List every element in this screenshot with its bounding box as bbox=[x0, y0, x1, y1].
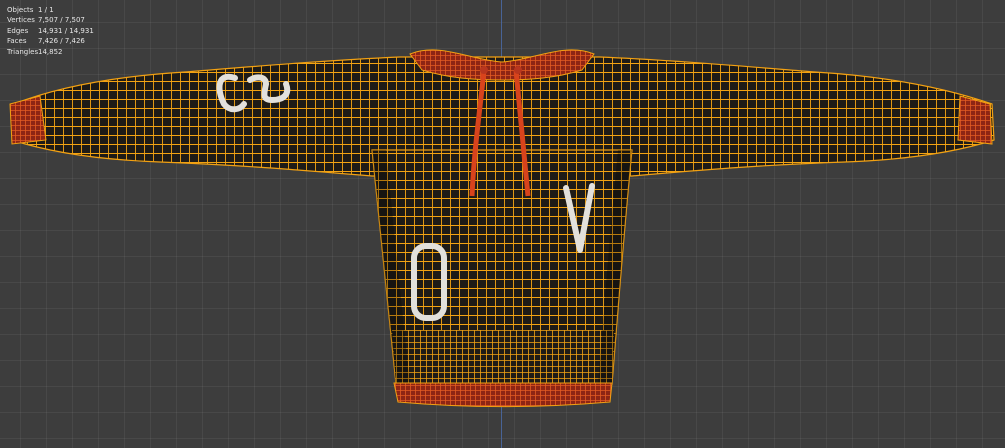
stat-label: Faces bbox=[7, 37, 27, 46]
stat-value: 14,931 / 14,931 bbox=[38, 26, 94, 35]
hoodie-waistband bbox=[393, 382, 613, 407]
stat-faces: Faces 7,426 / 7,426 bbox=[7, 36, 94, 46]
stat-edges: Edges 14,931 / 14,931 bbox=[7, 26, 94, 36]
stat-value: 7,507 / 7,507 bbox=[38, 16, 85, 25]
stat-value: 14,852 bbox=[38, 47, 63, 56]
stat-triangles: Triangles 14,852 bbox=[7, 47, 94, 57]
hoodie-wireframe-mesh[interactable] bbox=[0, 0, 1005, 448]
stat-label: Edges bbox=[7, 26, 29, 35]
stat-objects: Objects 1 / 1 bbox=[7, 5, 94, 15]
3d-viewport[interactable]: Objects 1 / 1 Vertices 7,507 / 7,507 Edg… bbox=[0, 0, 1005, 448]
statistics-overlay: Objects 1 / 1 Vertices 7,507 / 7,507 Edg… bbox=[7, 5, 94, 57]
hoodie-lower-body bbox=[392, 330, 614, 384]
stat-value: 7,426 / 7,426 bbox=[38, 37, 85, 46]
left-cuff bbox=[9, 95, 47, 145]
stat-value: 1 / 1 bbox=[38, 6, 54, 14]
right-cuff bbox=[957, 95, 993, 145]
stat-label: Triangles bbox=[7, 47, 39, 56]
stat-label: Vertices bbox=[7, 16, 35, 25]
stat-label: Objects bbox=[7, 6, 34, 14]
stat-vertices: Vertices 7,507 / 7,507 bbox=[7, 15, 94, 25]
